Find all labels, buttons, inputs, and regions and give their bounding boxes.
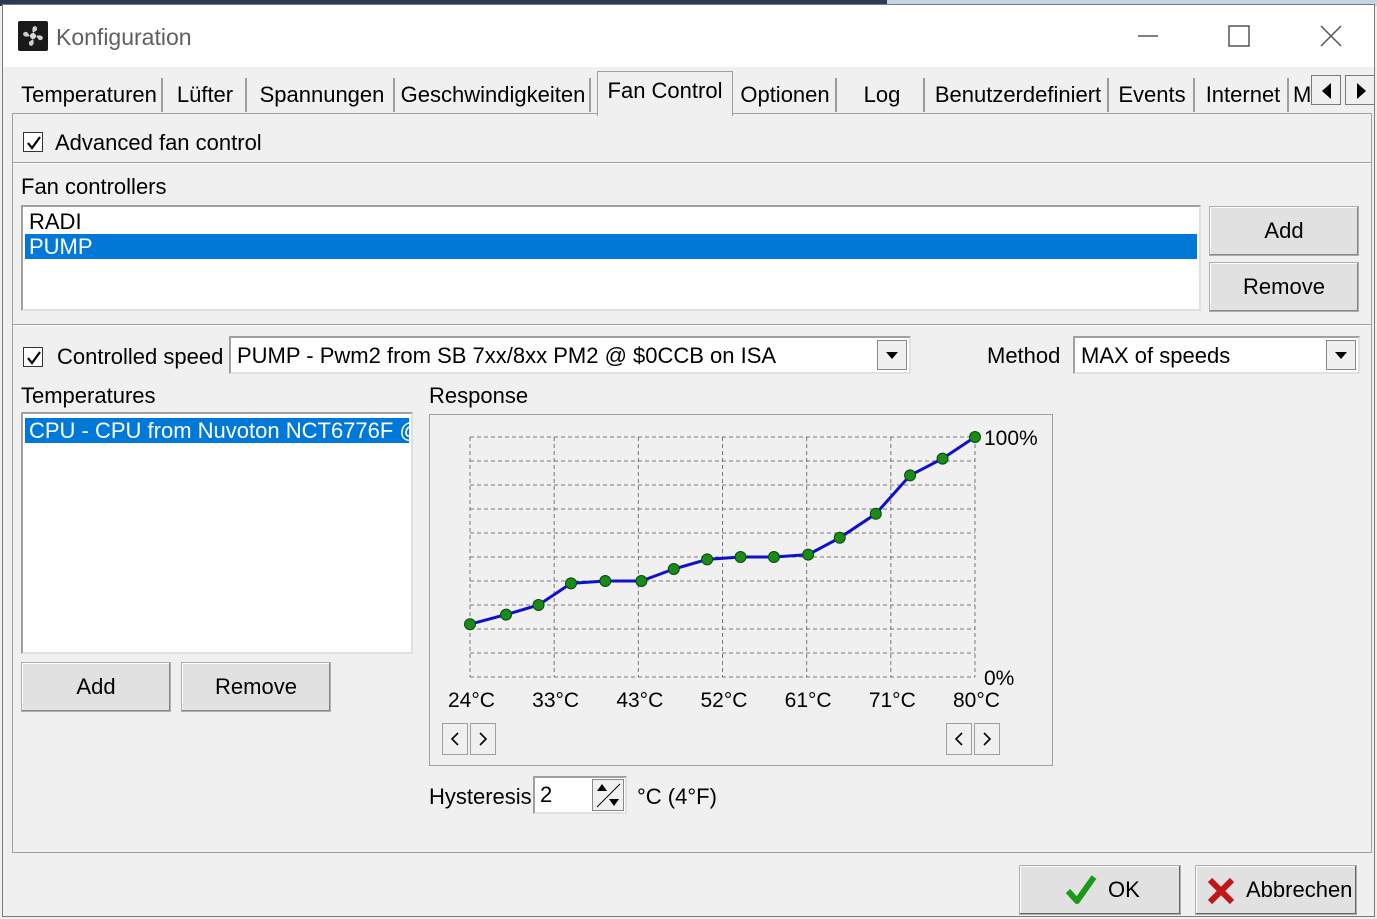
add-controller-button[interactable]: Add: [1209, 206, 1359, 256]
tab-temperaturen[interactable]: Temperaturen: [17, 78, 163, 112]
response-label: Response: [429, 383, 529, 408]
curve-point: [969, 431, 981, 443]
fan-controllers-list[interactable]: RADI PUMP: [21, 205, 1201, 311]
chevron-right-icon[interactable]: [974, 723, 1000, 755]
tab-scroll-right-icon[interactable]: [1345, 75, 1375, 105]
tab-m[interactable]: M: [1293, 78, 1311, 112]
list-item[interactable]: RADI: [25, 209, 1197, 234]
curve-point: [667, 563, 680, 575]
window-title: Konfiguration: [56, 24, 192, 50]
controlled-speed-value: PUMP - Pwm2 from SB 7xx/8xx PM2 @ $0CCB …: [237, 343, 777, 368]
curve-point: [936, 452, 949, 465]
cancel-button[interactable]: Abbrechen: [1195, 865, 1357, 915]
tab-events[interactable]: Events: [1111, 78, 1195, 112]
tab-geschwindigkeiten[interactable]: Geschwindigkeiten: [397, 78, 591, 112]
chevron-right-icon[interactable]: [470, 723, 496, 755]
tab-strip: Temperaturen Lüfter Spannungen Geschwind…: [15, 71, 1375, 116]
method-value: MAX of speeds: [1081, 343, 1231, 368]
x-tick-label: 80°C: [953, 689, 1000, 712]
chevron-down-icon[interactable]: [1326, 340, 1356, 370]
tab-spannungen[interactable]: Spannungen: [251, 78, 395, 112]
curve-point: [532, 599, 545, 611]
curve-point: [599, 575, 612, 587]
close-icon[interactable]: [1308, 13, 1354, 59]
method-label: Method: [987, 343, 1061, 368]
list-item[interactable]: PUMP: [25, 234, 1197, 259]
list-item[interactable]: CPU - CPU from Nuvoton NCT6776F @: [25, 418, 409, 443]
fan-app-icon: [18, 21, 48, 51]
response-chart[interactable]: 100% 0% 24°C 33°C 43°C 52°C 61°C 71°C 80°C: [429, 414, 1053, 766]
fan-controllers-label: Fan controllers: [21, 174, 167, 199]
x-tick-label: 52°C: [700, 689, 748, 712]
chevron-left-icon[interactable]: [946, 723, 972, 755]
y-min-label: 0%: [984, 667, 1015, 690]
hysteresis-label: Hysteresis: [429, 784, 532, 809]
cancel-x-icon: [1207, 877, 1235, 905]
x-tick-label: 24°C: [448, 689, 495, 712]
x-tick-label: 33°C: [532, 689, 580, 712]
curve-point: [565, 577, 577, 590]
curve-point: [635, 575, 648, 587]
x-tick-label: 43°C: [616, 689, 664, 712]
divider: [13, 162, 1371, 164]
x-tick-label: 71°C: [868, 689, 916, 712]
controlled-speed-checkbox[interactable]: [23, 347, 43, 367]
y-max-label: 100%: [984, 427, 1038, 450]
curve-point: [833, 531, 846, 544]
chevron-left-icon[interactable]: [442, 723, 468, 755]
minimize-icon[interactable]: [1125, 13, 1171, 59]
chevron-down-icon[interactable]: [877, 340, 907, 370]
temperatures-label: Temperatures: [21, 383, 156, 408]
ok-button[interactable]: OK: [1019, 865, 1181, 915]
maximize-icon[interactable]: [1215, 13, 1261, 59]
remove-controller-button[interactable]: Remove: [1209, 262, 1359, 312]
tab-fan-control[interactable]: Fan Control: [597, 71, 733, 116]
method-select[interactable]: MAX of speeds: [1073, 336, 1360, 374]
checkmark-icon: [1065, 875, 1097, 904]
curve-point: [869, 507, 882, 520]
tab-scroll-left-icon[interactable]: [1311, 75, 1341, 105]
remove-temperature-button[interactable]: Remove: [181, 662, 331, 712]
curve-point: [734, 551, 747, 563]
advanced-fan-control-label: Advanced fan control: [55, 130, 262, 155]
curve-point: [904, 469, 917, 482]
fan-control-panel: Advanced fan control Fan controllers RAD…: [12, 113, 1372, 853]
divider: [13, 324, 1371, 326]
add-temperature-button[interactable]: Add: [21, 662, 171, 712]
advanced-fan-control-checkbox[interactable]: [23, 132, 43, 152]
tab-internet[interactable]: Internet: [1199, 78, 1289, 112]
hysteresis-value: 2: [540, 782, 553, 807]
tab-luefter[interactable]: Lüfter: [165, 78, 247, 112]
tab-optionen[interactable]: Optionen: [735, 78, 837, 112]
config-window: Konfiguration Temperaturen Lüfter Spannu…: [2, 4, 1375, 917]
curve-point: [464, 618, 476, 631]
hysteresis-unit: °C (4°F): [637, 784, 717, 809]
curve-point: [500, 608, 513, 621]
curve-point: [802, 548, 815, 561]
temperatures-list[interactable]: CPU - CPU from Nuvoton NCT6776F @: [21, 412, 413, 654]
spinner-arrows-icon[interactable]: [592, 779, 624, 811]
controlled-speed-select[interactable]: PUMP - Pwm2 from SB 7xx/8xx PM2 @ $0CCB …: [229, 336, 911, 374]
tab-log[interactable]: Log: [841, 78, 925, 112]
hysteresis-spinner[interactable]: 2: [533, 776, 627, 814]
curve-point: [767, 551, 780, 563]
tab-benutzerdefiniert[interactable]: Benutzerdefiniert: [929, 78, 1109, 112]
title-bar: Konfiguration: [3, 5, 1374, 67]
curve-point: [701, 553, 714, 566]
x-tick-label: 61°C: [784, 689, 832, 712]
controlled-speed-label: Controlled speed: [57, 344, 224, 369]
